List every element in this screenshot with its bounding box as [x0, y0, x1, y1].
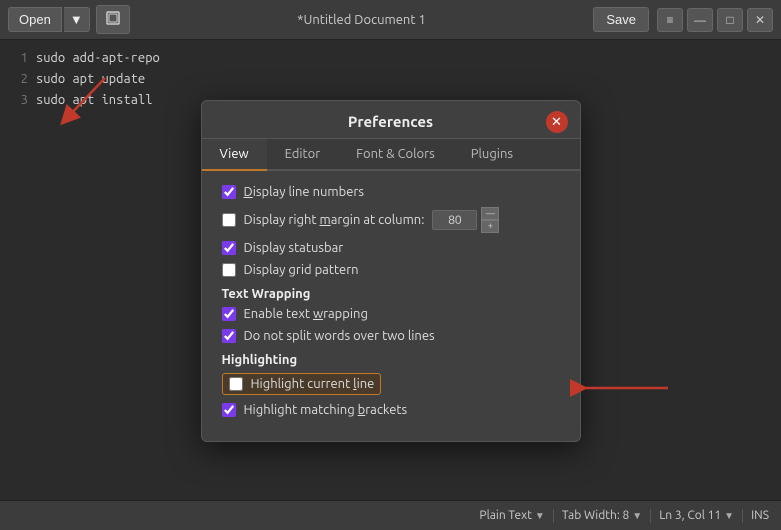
tabs-bar: View Editor Font & Colors Plugins [202, 139, 580, 171]
line-content: sudo add-apt-repo [36, 48, 160, 69]
tab-editor[interactable]: Editor [267, 139, 339, 171]
plain-text-status[interactable]: Plain Text ▼ [479, 509, 544, 522]
dialog-header: Preferences ✕ [202, 101, 580, 139]
text-wrapping-section-title: Text Wrapping [222, 287, 560, 301]
display-right-margin-label: Display right margin at column: [244, 213, 425, 227]
display-statusbar-checkbox[interactable] [222, 241, 236, 255]
dialog-overlay: Preferences ✕ View Editor Font & Colors … [0, 80, 781, 460]
tab-content-view: Display line numbers Display right margi… [202, 171, 580, 441]
enable-wrapping-label: Enable text wrapping [244, 307, 368, 321]
plain-text-label: Plain Text [479, 509, 532, 522]
tab-font-colors[interactable]: Font & Colors [338, 139, 453, 171]
table-row: 1 sudo add-apt-repo [0, 48, 781, 69]
line-number: 1 [8, 48, 28, 69]
display-right-margin-checkbox[interactable] [222, 213, 236, 227]
menu-button[interactable]: ≡ [657, 8, 683, 32]
dialog-close-button[interactable]: ✕ [546, 111, 568, 133]
list-item: Highlight matching brackets [222, 403, 560, 417]
status-divider-3 [742, 509, 743, 523]
list-item: Do not split words over two lines [222, 329, 560, 343]
line-number: 3 [8, 90, 28, 111]
table-row: 2 sudo apt update [0, 69, 781, 90]
dialog-title: Preferences [348, 113, 433, 130]
dialog-arrow-icon [570, 373, 670, 403]
tab-width-dropdown-arrow-icon: ▼ [632, 510, 642, 522]
window-controls: ≡ — □ ✕ [657, 8, 773, 32]
status-divider [553, 509, 554, 523]
highlight-current-line-label: Highlight current line [251, 377, 375, 391]
open-dropdown-button[interactable]: ▼ [64, 7, 90, 32]
document-title: *Untitled Document 1 [130, 13, 594, 27]
plain-text-dropdown-arrow-icon: ▼ [535, 510, 545, 522]
display-line-numbers-checkbox[interactable] [222, 185, 236, 199]
maximize-button[interactable]: □ [717, 8, 743, 32]
editor-arrow-icon [55, 70, 115, 130]
list-item: Display grid pattern [222, 263, 560, 277]
highlight-line-row: Highlight current line [222, 373, 382, 395]
minimize-button[interactable]: — [687, 8, 713, 32]
title-bar: Open ▼ *Untitled Document 1 Save ≡ — □ ✕ [0, 0, 781, 40]
pin-button[interactable] [96, 5, 130, 34]
tab-width-status[interactable]: Tab Width: 8 ▼ [562, 509, 642, 522]
highlight-line-wrapper: Highlight current line [222, 373, 560, 403]
margin-decrease-button[interactable]: — [481, 207, 499, 220]
highlight-current-line-checkbox[interactable] [229, 377, 243, 391]
display-statusbar-label: Display statusbar [244, 241, 344, 255]
display-grid-label: Display grid pattern [244, 263, 359, 277]
list-item: Display line numbers [222, 185, 560, 199]
display-line-numbers-label: Display line numbers [244, 185, 365, 199]
cursor-position-status: Ln 3, Col 11 ▼ [659, 509, 734, 522]
enable-wrapping-checkbox[interactable] [222, 307, 236, 321]
title-bar-left: Open ▼ [8, 5, 130, 34]
highlight-brackets-checkbox[interactable] [222, 403, 236, 417]
list-item: Display right margin at column: — + [222, 207, 560, 233]
open-button[interactable]: Open [8, 7, 62, 32]
margin-column-input[interactable] [432, 210, 477, 230]
status-bar: Plain Text ▼ Tab Width: 8 ▼ Ln 3, Col 11… [0, 500, 781, 530]
list-item: Display statusbar [222, 241, 560, 255]
insert-mode-label: INS [751, 509, 769, 522]
line-number: 2 [8, 69, 28, 90]
tab-width-label: Tab Width: 8 [562, 509, 629, 522]
display-grid-checkbox[interactable] [222, 263, 236, 277]
preferences-dialog: Preferences ✕ View Editor Font & Colors … [201, 100, 581, 442]
no-split-words-checkbox[interactable] [222, 329, 236, 343]
cursor-position-dropdown-arrow-icon: ▼ [724, 510, 734, 522]
editor-area[interactable]: 1 sudo add-apt-repo 2 sudo apt update 3 … [0, 40, 781, 490]
highlight-brackets-label: Highlight matching brackets [244, 403, 408, 417]
save-button[interactable]: Save [593, 7, 649, 32]
margin-increase-button[interactable]: + [481, 220, 499, 233]
tab-view[interactable]: View [202, 139, 267, 171]
list-item: Enable text wrapping [222, 307, 560, 321]
margin-stepper: — + [481, 207, 499, 233]
highlighting-section-title: Highlighting [222, 353, 560, 367]
close-button[interactable]: ✕ [747, 8, 773, 32]
no-split-words-label: Do not split words over two lines [244, 329, 435, 343]
ins-mode-status: INS [751, 509, 769, 522]
status-divider-2 [650, 509, 651, 523]
cursor-position-label: Ln 3, Col 11 [659, 509, 721, 522]
tab-plugins[interactable]: Plugins [453, 139, 531, 171]
